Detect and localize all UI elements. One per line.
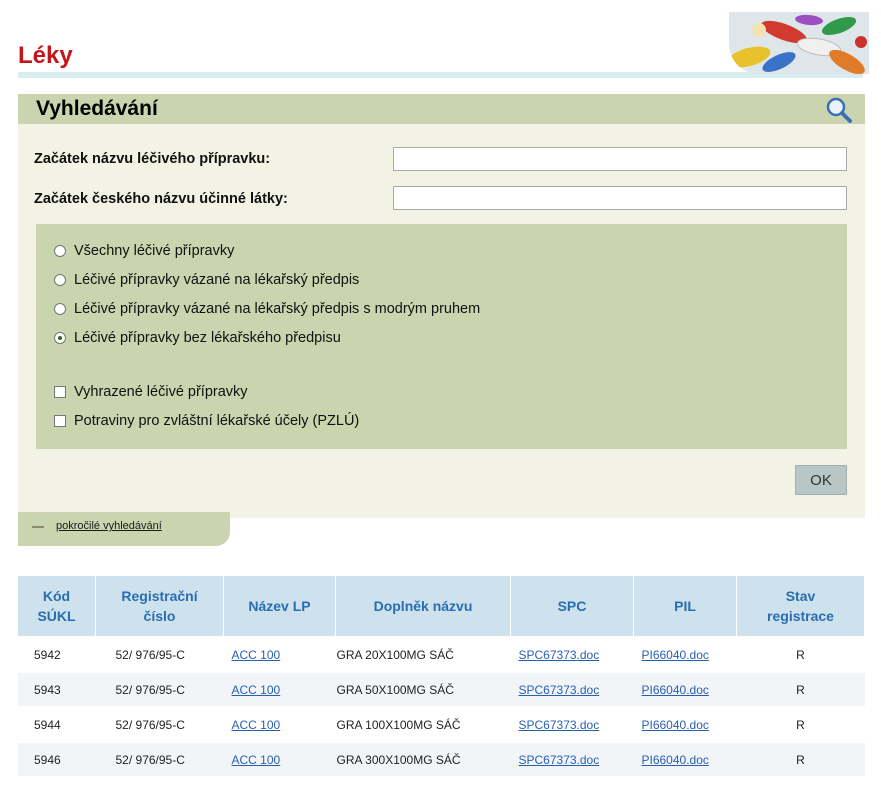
table-row: 5943 52/ 976/95-C ACC 100 GRA 50X100MG S… (18, 671, 865, 707)
cell-supplement: GRA 100X100MG SÁČ (335, 706, 511, 742)
radio-button[interactable] (54, 303, 66, 315)
checkbox-label: Potraviny pro zvláštní lékařské účely (P… (74, 413, 360, 429)
table-row: 5944 52/ 976/95-C ACC 100 GRA 100X100MG … (18, 706, 865, 742)
title-divider (18, 72, 863, 78)
advanced-search-link[interactable]: pokročilé vyhledávání (56, 520, 162, 532)
col-pil[interactable]: PIL (633, 576, 737, 637)
table-row: 5942 52/ 976/95-C ACC 100 GRA 20X100MG S… (18, 636, 865, 672)
drug-name-link[interactable]: ACC 100 (232, 683, 281, 697)
pil-link[interactable]: PI66040.doc (642, 683, 709, 697)
cell-kod: 5946 (18, 741, 96, 776)
search-panel: Vyhledávání Začátek názvu léčivého přípr… (18, 94, 865, 518)
cell-supplement: GRA 20X100MG SÁČ (335, 636, 511, 672)
search-header: Vyhledávání (18, 94, 865, 124)
radio-prescription[interactable]: Léčivé přípravky vázané na lékařský před… (54, 272, 359, 288)
col-name[interactable]: Název LP (223, 576, 336, 637)
cell-kod: 5944 (18, 706, 96, 742)
radio-button[interactable] (54, 274, 66, 286)
substance-name-label: Začátek českého názvu účinné látky: (34, 191, 288, 207)
radio-label: Všechny léčivé přípravky (74, 243, 235, 259)
col-spc[interactable]: SPC (510, 576, 634, 637)
drug-name-link[interactable]: ACC 100 (232, 753, 281, 767)
pil-link[interactable]: PI66040.doc (642, 648, 709, 662)
checkbox[interactable] (54, 386, 66, 398)
col-registration[interactable]: Registrační číslo (95, 576, 224, 637)
results-table: Kód SÚKL Registrační číslo Název LP Doplně… (18, 576, 865, 776)
cell-reg: 52/ 976/95-C (95, 741, 224, 776)
checkbox-pzlu[interactable]: Potraviny pro zvláštní lékařské účely (P… (54, 413, 359, 429)
pil-link[interactable]: PI66040.doc (642, 753, 709, 767)
spc-link[interactable]: SPC67373.doc (519, 753, 600, 767)
radio-label: Léčivé přípravky vázané na lékařský před… (74, 272, 360, 288)
radio-button-selected[interactable] (54, 332, 66, 344)
page-title: Léky (18, 42, 73, 69)
col-supplement[interactable]: Doplněk názvu (335, 576, 511, 637)
drug-name-link[interactable]: ACC 100 (232, 718, 281, 732)
pills-header-image (729, 12, 869, 74)
table-header-row: Kód SÚKL Registrační číslo Název LP Doplně… (18, 576, 865, 637)
col-kod-sukl[interactable]: Kód SÚKL (18, 576, 96, 637)
ok-button[interactable]: OK (795, 465, 847, 495)
pil-link[interactable]: PI66040.doc (642, 718, 709, 732)
spc-link[interactable]: SPC67373.doc (519, 683, 600, 697)
cell-reg: 52/ 976/95-C (95, 636, 224, 672)
col-status[interactable]: Stav registrace (736, 576, 865, 637)
radio-all[interactable]: Všechny léčivé přípravky (54, 243, 234, 259)
cell-supplement: GRA 50X100MG SÁČ (335, 671, 511, 707)
cell-kod: 5943 (18, 671, 96, 707)
radio-label: Léčivé přípravky bez lékařského předpisu (74, 330, 341, 346)
filter-options: Všechny léčivé přípravky Léčivé přípravk… (36, 224, 847, 449)
checkbox[interactable] (54, 415, 66, 427)
magnifier-icon[interactable] (825, 96, 853, 124)
spc-link[interactable]: SPC67373.doc (519, 648, 600, 662)
radio-no-prescription[interactable]: Léčivé přípravky bez lékařského předpisu (54, 330, 341, 346)
advanced-search-tab: pokročilé vyhledávání (18, 512, 230, 546)
radio-prescription-blue-stripe[interactable]: Léčivé přípravky vázané na lékařský před… (54, 301, 480, 317)
checkbox-label: Vyhrazené léčivé přípravky (74, 384, 248, 400)
drug-name-link[interactable]: ACC 100 (232, 648, 281, 662)
checkbox-reserved[interactable]: Vyhrazené léčivé přípravky (54, 384, 248, 400)
drug-name-input[interactable] (393, 147, 847, 171)
cell-status: R (736, 741, 865, 776)
radio-label: Léčivé přípravky vázané na lékařský před… (74, 301, 481, 317)
cell-reg: 52/ 976/95-C (95, 671, 224, 707)
table-row: 5946 52/ 976/95-C ACC 100 GRA 300X100MG … (18, 741, 865, 776)
search-title: Vyhledávání (36, 97, 158, 120)
substance-name-input[interactable] (393, 186, 847, 210)
cell-status: R (736, 706, 865, 742)
drug-name-label: Začátek názvu léčivého přípravku: (34, 151, 271, 167)
cell-supplement: GRA 300X100MG SÁČ (335, 741, 511, 776)
minus-icon (32, 526, 44, 528)
radio-button[interactable] (54, 245, 66, 257)
cell-kod: 5942 (18, 636, 96, 672)
cell-reg: 52/ 976/95-C (95, 706, 224, 742)
spc-link[interactable]: SPC67373.doc (519, 718, 600, 732)
cell-status: R (736, 636, 865, 672)
cell-status: R (736, 671, 865, 707)
